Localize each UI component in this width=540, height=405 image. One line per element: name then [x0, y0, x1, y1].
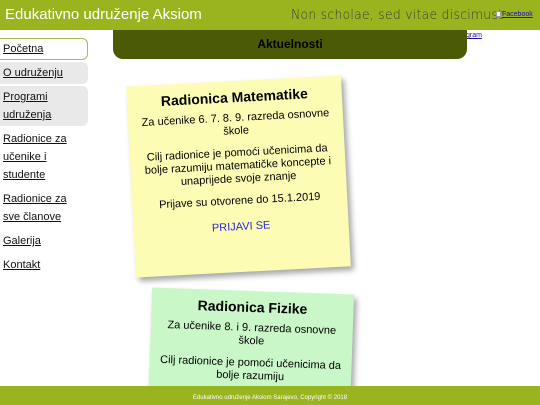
site-title[interactable]: Edukativno udruženje Aksiom: [5, 6, 202, 23]
card-title: Radionica Fizike: [197, 297, 308, 317]
sidebar-item-pocetna[interactable]: Početna: [0, 38, 88, 60]
footer-copyright: Edukativno udruženje Aksiom Sarajevo, Co…: [192, 395, 348, 401]
footer-bar: Edukativno udruženje Aksiom Sarajevo, Co…: [0, 386, 540, 405]
broken-image-icon: [496, 11, 501, 17]
card-title: Radionica Matematike: [160, 85, 309, 109]
sidebar-item-radionice-clanovi[interactable]: Radionice za sve članove: [0, 188, 88, 228]
facebook-link[interactable]: Facebook: [496, 11, 533, 18]
card-audience: Za učenike 6. 7. 8. 9. razreda osnovne š…: [141, 107, 330, 138]
sidebar-item-o-udruzenju[interactable]: O udruženju: [0, 62, 88, 84]
card-audience: Za učenike 8. i 9. razreda osnovne škole: [167, 319, 337, 348]
sidebar-item-galerija[interactable]: Galerija: [0, 230, 88, 252]
instagram-link[interactable]: gram: [466, 32, 482, 39]
section-header: Aktuelnosti: [113, 30, 467, 59]
register-button[interactable]: PRIJAVI SE: [212, 219, 271, 234]
sidebar-item-kontakt[interactable]: Kontakt: [0, 254, 88, 276]
facebook-link-label: Facebook: [502, 11, 533, 18]
section-title: Aktuelnosti: [257, 37, 323, 51]
card-goal: Cilj radionice je pomoći učenicima da bo…: [144, 142, 332, 189]
sidebar-item-programi[interactable]: Programi udruženja: [0, 86, 88, 126]
sidebar-nav: Početna O udruženju Programi udruženja R…: [0, 38, 88, 278]
sidebar-item-radionice-ucenici[interactable]: Radionice za učenike i studente: [0, 128, 88, 186]
card-goal: Cilj radionice je pomoći učenicima da bo…: [159, 353, 342, 384]
workshop-card-math: Radionica Matematike Za učenike 6. 7. 8.…: [126, 75, 351, 278]
header-bar: Edukativno udruženje Aksiom Non scholae,…: [0, 0, 540, 30]
card-registration: Prijave su otvorene do 15.1.2019: [158, 190, 321, 212]
site-motto: Non scholae, sed vitae discimust: [291, 8, 504, 23]
